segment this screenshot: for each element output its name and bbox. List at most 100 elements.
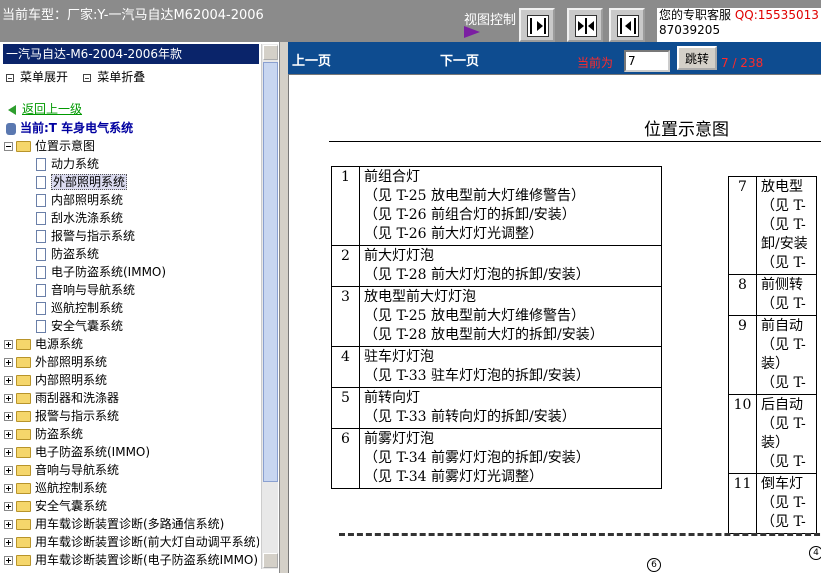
part-reference: 装） bbox=[761, 435, 789, 451]
expand-toggle-icon[interactable] bbox=[4, 358, 13, 367]
tree-item[interactable]: 外部照明系统 bbox=[4, 173, 259, 191]
folder-icon bbox=[16, 483, 31, 494]
tree-folder[interactable]: 外部照明系统 bbox=[4, 353, 259, 371]
part-reference: （见 T-25 放电型前大灯维修警告） bbox=[364, 188, 585, 204]
service-qq-link[interactable]: QQ:15535013 bbox=[735, 8, 819, 22]
tree-item[interactable]: 防盗系统 bbox=[4, 245, 259, 263]
expand-toggle-icon[interactable] bbox=[4, 466, 13, 475]
back-arrow-icon bbox=[8, 104, 16, 115]
two-page-view-button[interactable] bbox=[567, 8, 603, 42]
tree-folder[interactable]: 内部照明系统 bbox=[4, 371, 259, 389]
folder-icon bbox=[16, 519, 31, 530]
tree-folder-label: 报警与指示系统 bbox=[35, 409, 120, 423]
service-phone: 87039205 bbox=[659, 23, 721, 37]
top-bar: 当前车型：厂家:Y-一汽马自达M62004-2006 视图控制 您的专职客服 Q… bbox=[0, 0, 821, 42]
part-description: 放电型前大灯灯泡 （见 T-25 放电型前大灯维修警告） （见 T-28 放电型前大… bbox=[359, 286, 662, 347]
menu-expand-link[interactable]: 菜单展开 bbox=[20, 70, 68, 84]
part-reference: （见 T- bbox=[761, 337, 806, 353]
expand-icon bbox=[6, 73, 14, 82]
tree-folder[interactable]: 音响与导航系统 bbox=[4, 461, 259, 479]
tree-item[interactable]: 报警与指示系统 bbox=[4, 227, 259, 245]
part-row: 6 前雾灯灯泡 （见 T-34 前雾灯灯泡的拆卸/安装） （见 T-34 前雾灯灯光调… bbox=[331, 428, 662, 489]
part-name: 前侧转 bbox=[761, 277, 803, 293]
part-name: 前转向灯 bbox=[364, 390, 420, 406]
part-name: 前雾灯灯泡 bbox=[364, 431, 434, 447]
scroll-up-button[interactable] bbox=[263, 45, 278, 60]
tree-folder[interactable]: 用车载诊断装置诊断(多路通信系统) bbox=[4, 515, 259, 533]
part-description: 驻车灯灯泡 （见 T-33 驻车灯灯泡的拆卸/安装） bbox=[359, 346, 662, 388]
scroll-down-button[interactable] bbox=[263, 553, 278, 568]
page-number-input[interactable] bbox=[624, 50, 670, 72]
part-number: 9 bbox=[728, 315, 757, 395]
part-reference: （见 T- bbox=[761, 296, 806, 312]
collapse-icon bbox=[83, 73, 92, 82]
tree-folder[interactable]: 用车载诊断装置诊断(电子防盗系统IMMO) bbox=[4, 551, 259, 569]
part-description: 前侧转 （见 T- bbox=[756, 274, 817, 316]
tree-folder[interactable]: 雨刮器和洗涤器 bbox=[4, 389, 259, 407]
document-icon bbox=[36, 194, 46, 207]
expand-toggle-icon[interactable] bbox=[4, 376, 13, 385]
tree-folder[interactable]: 报警与指示系统 bbox=[4, 407, 259, 425]
tree-folder[interactable]: 电子防盗系统(IMMO) bbox=[4, 443, 259, 461]
expand-toggle-icon[interactable] bbox=[4, 430, 13, 439]
page-count: 7 / 238 bbox=[721, 56, 764, 70]
next-page-link[interactable]: 下一页 bbox=[440, 50, 479, 69]
callout-6: 6 bbox=[647, 558, 661, 572]
document-icon bbox=[36, 158, 46, 171]
prev-page-view-button[interactable] bbox=[609, 8, 645, 42]
expand-toggle-icon[interactable] bbox=[4, 448, 13, 457]
tree-folder[interactable]: 防盗系统 bbox=[4, 425, 259, 443]
expand-toggle-icon[interactable] bbox=[4, 556, 13, 565]
expand-toggle-icon[interactable] bbox=[4, 520, 13, 529]
tree-folder[interactable]: 用车载诊断装置诊断(前大灯自动调平系统) bbox=[4, 533, 259, 551]
tree-folder-open[interactable]: 位置示意图 bbox=[4, 137, 259, 155]
collapse-toggle-icon[interactable] bbox=[4, 142, 13, 151]
expand-toggle-icon[interactable] bbox=[4, 538, 13, 547]
parts-table-right: 7 放电型 （见 T- （见 T- 卸/安装 （见 T- 8 前侧转 （见 T- 9 前自动 （见 T… bbox=[728, 176, 817, 534]
part-row: 7 放电型 （见 T- （见 T- 卸/安装 （见 T- bbox=[728, 176, 817, 275]
expand-toggle-icon[interactable] bbox=[4, 484, 13, 493]
tree-folder-label: 电源系统 bbox=[35, 337, 84, 351]
expand-toggle-icon[interactable] bbox=[4, 340, 13, 349]
expand-toggle-icon[interactable] bbox=[4, 412, 13, 421]
document-icon bbox=[36, 176, 46, 189]
part-name: 前自动 bbox=[761, 318, 803, 334]
tree-item[interactable]: 安全气囊系统 bbox=[4, 317, 259, 335]
tree-item-label: 电子防盗系统(IMMO) bbox=[51, 265, 167, 279]
tree-item[interactable]: 动力系统 bbox=[4, 155, 259, 173]
part-name: 驻车灯灯泡 bbox=[364, 349, 434, 365]
tree-folder-label: 电子防盗系统(IMMO) bbox=[35, 445, 151, 459]
prev-page-link[interactable]: 上一页 bbox=[292, 50, 331, 69]
folder-open-icon bbox=[16, 141, 31, 152]
expand-toggle-icon[interactable] bbox=[4, 502, 13, 511]
page-nav-bar: 上一页 下一页 当前为 跳转 7 / 238 bbox=[288, 42, 821, 74]
tree-item[interactable]: 巡航控制系统 bbox=[4, 299, 259, 317]
callout-4: 4 bbox=[809, 546, 821, 560]
back-link[interactable]: 返回上一级 bbox=[8, 100, 82, 117]
part-reference: （见 T- bbox=[761, 217, 806, 233]
document-icon bbox=[36, 284, 46, 297]
tree-folder[interactable]: 电源系统 bbox=[4, 335, 259, 353]
tree-item[interactable]: 电子防盗系统(IMMO) bbox=[4, 263, 259, 281]
current-page-label: 当前为 bbox=[577, 56, 614, 70]
menu-collapse-link[interactable]: 菜单折叠 bbox=[97, 70, 145, 84]
tree-item[interactable]: 刮水洗涤系统 bbox=[4, 209, 259, 227]
single-page-view-button[interactable] bbox=[519, 8, 555, 42]
document-icon bbox=[36, 230, 46, 243]
scroll-thumb[interactable] bbox=[263, 62, 278, 482]
part-reference: （见 T- bbox=[761, 454, 806, 470]
tree-item[interactable]: 音响与导航系统 bbox=[4, 281, 259, 299]
tree-folder-label: 外部照明系统 bbox=[35, 355, 108, 369]
part-reference: （见 T-28 放电型前大灯的拆卸/安装） bbox=[364, 327, 604, 343]
current-section-label: 当前:T 车身电气系统 bbox=[20, 121, 134, 135]
expand-toggle-icon[interactable] bbox=[4, 394, 13, 403]
menu-ops: 菜单展开 菜单折叠 bbox=[6, 68, 145, 85]
jump-button[interactable]: 跳转 bbox=[677, 46, 717, 70]
tree-folder[interactable]: 安全气囊系统 bbox=[4, 497, 259, 515]
part-number: 8 bbox=[728, 274, 757, 316]
tree-folder[interactable]: 巡航控制系统 bbox=[4, 479, 259, 497]
tree-item-label: 外部照明系统 bbox=[51, 174, 128, 190]
sidebar-scrollbar[interactable] bbox=[261, 44, 278, 569]
tree-item[interactable]: 内部照明系统 bbox=[4, 191, 259, 209]
part-number: 3 bbox=[331, 286, 360, 347]
